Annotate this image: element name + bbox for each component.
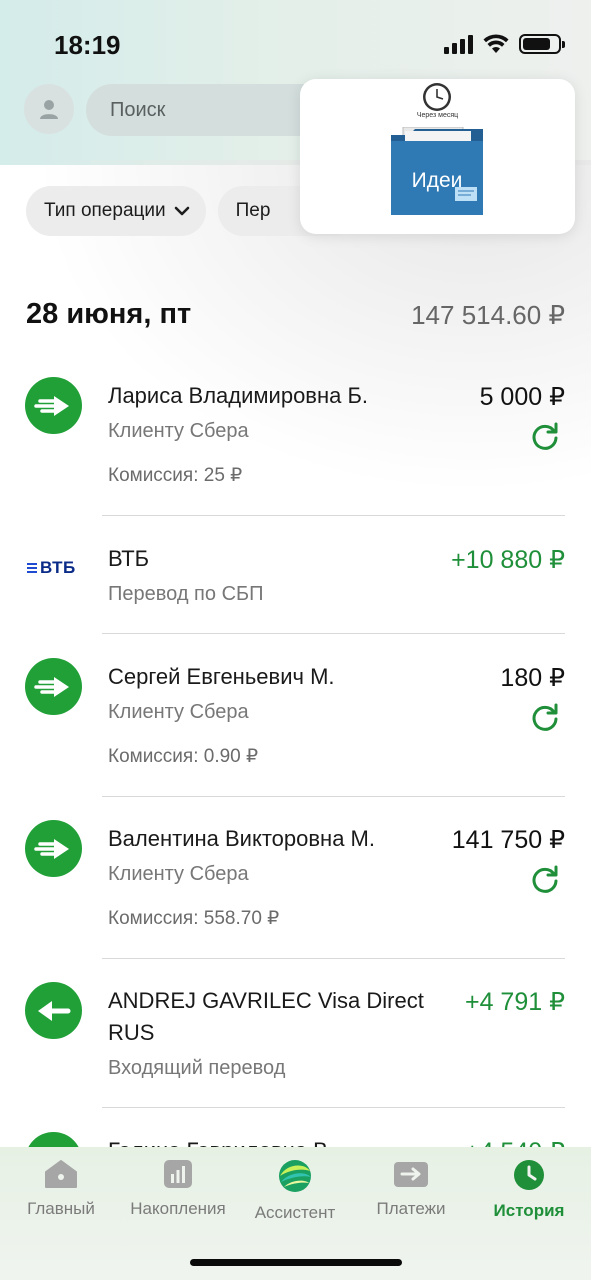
home-indicator [190, 1259, 402, 1266]
nav-label: История [493, 1201, 565, 1220]
divider [102, 958, 565, 959]
transaction-subtitle: Клиенту Сбера [108, 863, 249, 885]
transaction-fee: Комиссия: 25 ₽ [108, 465, 243, 486]
section-date: 28 июня, пт [26, 298, 192, 330]
search-placeholder: Поиск [110, 98, 166, 121]
wifi-icon [483, 34, 509, 53]
divider [102, 633, 565, 634]
arrow-right-icon [33, 838, 69, 859]
savings-chart-icon [164, 1160, 192, 1188]
clock-icon [423, 83, 451, 111]
section-total: 147 514.60 ₽ [411, 300, 565, 330]
cellular-signal-icon [444, 34, 473, 54]
nav-history[interactable]: История [470, 1159, 588, 1221]
transaction-amount: 5 000 ₽ [479, 383, 565, 411]
filter-label: Тип операции [44, 200, 166, 221]
ideas-popup[interactable]: Через месяц Идеи [300, 79, 575, 234]
transaction-subtitle: Клиенту Сбера [108, 701, 249, 723]
transaction-subtitle: Клиенту Сбера [108, 420, 249, 442]
filter-label: Пер [235, 200, 271, 221]
transaction-subtitle: Перевод по СБП [108, 583, 264, 605]
status-icons [444, 34, 565, 54]
divider [102, 1107, 565, 1108]
payments-icon [394, 1162, 428, 1187]
nav-assistant[interactable]: Ассистент [236, 1159, 354, 1223]
vtb-logo-text: ВТБ [40, 558, 76, 577]
status-time: 18:19 [54, 30, 121, 60]
repeat-payment-icon[interactable] [529, 420, 561, 452]
ideas-label: Идеи [411, 169, 463, 192]
divider [102, 796, 565, 797]
vtb-logo: ВТБ [27, 558, 76, 578]
nav-label: Главный [27, 1199, 95, 1218]
transaction-name: ВТБ [108, 546, 150, 571]
nav-home[interactable]: Главный [2, 1159, 120, 1219]
nav-label: Платежи [376, 1199, 446, 1218]
nav-label: Накопления [130, 1199, 226, 1218]
nav-label: Ассистент [254, 1203, 336, 1222]
profile-avatar[interactable] [24, 84, 74, 134]
divider [102, 515, 565, 516]
chevron-down-icon [174, 206, 189, 216]
arrow-left-icon [37, 1000, 70, 1021]
popup-caption: Через месяц [416, 112, 459, 119]
nav-payments[interactable]: Платежи [352, 1159, 470, 1219]
nav-savings[interactable]: Накопления [119, 1159, 237, 1219]
history-clock-icon [514, 1160, 544, 1190]
transaction-fee: Комиссия: 558.70 ₽ [108, 908, 280, 929]
transaction-name: Валентина Викторовна М. [108, 826, 375, 851]
assistant-logo-icon [279, 1160, 311, 1192]
transaction-name: Сергей Евгеньевич М. [108, 664, 335, 689]
repeat-payment-icon[interactable] [529, 701, 561, 733]
home-icon [45, 1160, 77, 1188]
transfer-out-icon [25, 658, 82, 715]
battery-icon [519, 34, 565, 54]
transaction-amount: 180 ₽ [500, 664, 565, 692]
transaction-amount: 141 750 ₽ [451, 826, 565, 854]
transaction-name: Лариса Владимировна Б. [108, 383, 369, 408]
transaction-subtitle: Входящий перевод [108, 1057, 286, 1079]
transfer-in-icon [25, 982, 82, 1039]
repeat-payment-icon[interactable] [529, 863, 561, 895]
arrow-right-icon [33, 676, 69, 697]
transaction-amount: +4 791 ₽ [464, 988, 565, 1016]
transfer-out-icon [25, 820, 82, 877]
arrow-right-icon [33, 395, 69, 416]
filter-operation-type[interactable]: Тип операции [26, 186, 206, 236]
transaction-fee: Комиссия: 0.90 ₽ [108, 746, 259, 767]
user-icon [40, 100, 58, 119]
transaction-amount: +10 880 ₽ [451, 546, 565, 574]
transaction-name: ANDREJ GAVRILEC Visa Direct RUS [108, 988, 424, 1045]
transfer-out-icon [25, 377, 82, 434]
